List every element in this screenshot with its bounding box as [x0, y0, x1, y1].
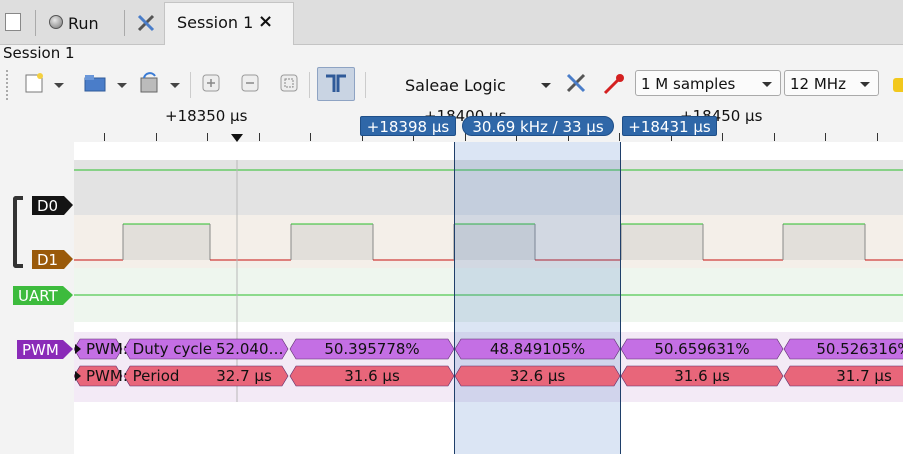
sample-rate-select[interactable]: 12 MHz	[784, 70, 879, 96]
waveform-svg	[74, 142, 903, 454]
pwm-period-value: 31.6 µs	[344, 367, 400, 385]
ruler-tick	[310, 133, 311, 141]
d1-high-fill	[621, 224, 703, 260]
pwm-period-row: PWM: Period 32.7 µs 31.6 µs 32.6 µs 31.6…	[74, 365, 903, 387]
sample-rate-value: 12 MHz	[790, 75, 846, 93]
cursor-right-time[interactable]: +18431 µs	[622, 116, 717, 136]
channel-label-uart: UART	[18, 287, 58, 305]
pwm-period-label: PWM: Period	[86, 367, 180, 385]
zoom-in-icon[interactable]	[200, 72, 222, 94]
ruler-tick	[156, 133, 157, 141]
new-file-icon[interactable]	[5, 13, 21, 31]
pwm-duty-value: 50.395778%	[324, 340, 420, 358]
tab-session-label: Session 1	[177, 13, 254, 32]
divider	[365, 72, 366, 98]
chevron-down-icon	[860, 82, 870, 87]
chevron-down-icon[interactable]	[170, 83, 180, 88]
open-folder-icon[interactable]	[84, 72, 106, 94]
waveform-area[interactable]: PWM: Duty cycle 52.040… 50.395778% 48.84…	[74, 142, 903, 454]
cursor-left-time[interactable]: +18398 µs	[360, 116, 456, 136]
pwm-duty-row: PWM: Duty cycle 52.040… 50.395778% 48.84…	[74, 338, 903, 360]
chevron-down-icon	[541, 83, 551, 88]
expand-arrow-icon[interactable]	[75, 371, 81, 381]
pwm-duty-value: 48.849105%	[489, 340, 586, 358]
pwm-duty-value: 50.659631%	[654, 340, 750, 358]
ruler-tick	[259, 133, 260, 141]
ruler-tick	[774, 133, 775, 141]
ruler-tick	[722, 133, 723, 141]
pwm-period-value: 32.6 µs	[509, 367, 566, 385]
divider	[190, 72, 191, 98]
pwm-duty-label: PWM: Duty cycle	[86, 340, 212, 358]
chevron-down-icon[interactable]	[117, 83, 127, 88]
session-title: Session 1	[3, 44, 75, 62]
trigger-probe-icon[interactable]	[602, 72, 624, 95]
chevron-down-icon	[762, 82, 772, 87]
ruler-tick	[877, 133, 878, 141]
channel-label-d1: D1	[37, 251, 59, 269]
sample-count-select[interactable]: 1 M samples	[635, 70, 781, 96]
settings-tools-icon[interactable]	[136, 13, 156, 33]
ruler-tick	[619, 133, 620, 141]
tab-bar: Run Session 1 ×	[0, 0, 903, 45]
toolbar-grip	[6, 70, 10, 100]
trigger-marker-icon	[231, 134, 243, 142]
channel-label-panel: D0 D1 UART PWM	[0, 142, 74, 454]
zoom-out-icon[interactable]	[239, 72, 261, 94]
pwm-period-value: 32.7 µs	[216, 367, 272, 385]
pwm-period-value: 31.7 µs	[836, 367, 892, 385]
device-name: Saleae Logic	[405, 76, 506, 95]
start-icon[interactable]	[893, 78, 903, 92]
cursor-measurement[interactable]: 30.69 kHz / 33 µs	[462, 116, 614, 136]
channel-label-d0: D0	[37, 197, 59, 215]
d1-high-fill	[291, 224, 373, 260]
tab-session-1[interactable]: Session 1 ×	[164, 2, 294, 45]
close-tab-icon[interactable]: ×	[258, 11, 273, 32]
sample-count-value: 1 M samples	[641, 75, 736, 93]
ruler-label: +18350 µs	[165, 107, 248, 125]
divider	[309, 72, 310, 98]
pwm-duty-value: 52.040…	[216, 340, 284, 358]
ruler-tick	[207, 133, 208, 141]
chevron-down-icon[interactable]	[54, 83, 64, 88]
cursor-selection	[454, 142, 621, 454]
d1-high-fill	[783, 224, 865, 260]
ruler-tick	[825, 133, 826, 141]
device-settings-icon[interactable]	[565, 72, 587, 94]
expand-arrow-icon[interactable]	[75, 344, 81, 354]
new-session-icon[interactable]	[24, 72, 46, 94]
channel-label-pwm: PWM	[22, 341, 59, 359]
pwm-duty-value: 50.526316%	[816, 340, 903, 358]
d1-high-fill	[123, 224, 210, 260]
cursor-toggle-button[interactable]	[317, 67, 355, 101]
run-button[interactable]: Run	[46, 10, 110, 36]
time-ruler[interactable]: +18350 µs +18400 µs +18450 µs +18398 µs …	[0, 106, 903, 142]
ruler-tick	[104, 133, 105, 141]
zoom-fit-icon[interactable]	[278, 72, 300, 94]
pwm-period-value: 31.6 µs	[674, 367, 730, 385]
run-icon	[49, 15, 63, 29]
run-label: Run	[68, 14, 99, 33]
device-select[interactable]: Saleae Logic	[400, 74, 555, 96]
toolbar: Saleae Logic 1 M samples 12 MHz	[0, 64, 903, 106]
divider	[124, 10, 125, 36]
save-icon[interactable]	[138, 72, 160, 94]
divider	[35, 10, 36, 36]
group-bracket	[13, 196, 23, 268]
